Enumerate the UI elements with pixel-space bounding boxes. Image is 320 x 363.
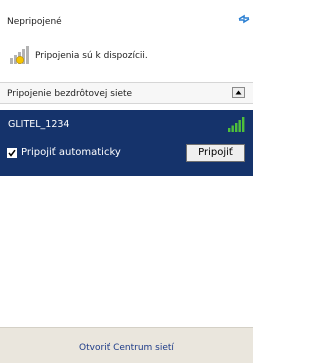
section-title: Pripojenie bezdrôtovej siete	[7, 89, 133, 99]
auto-connect-checkbox[interactable]	[7, 148, 17, 158]
footer-bar: Otvoriť Centrum sietí	[0, 327, 253, 363]
collapse-button[interactable]	[232, 87, 245, 98]
availability-text: Pripojenia sú k dispozícii.	[35, 51, 148, 61]
connection-status: Nepripojené	[7, 17, 62, 27]
checkmark-icon	[8, 149, 16, 157]
collapse-arrow-icon	[235, 90, 242, 95]
network-status-icon	[10, 46, 29, 64]
connect-button[interactable]: Pripojiť	[186, 144, 245, 162]
signal-strength-icon	[228, 117, 245, 132]
network-ssid: GLITEL_1234	[8, 119, 70, 130]
network-item-selected[interactable]: GLITEL_1234 Pripojiť automaticky Pripoji…	[0, 110, 253, 176]
auto-connect-label: Pripojiť automaticky	[21, 147, 121, 158]
open-network-center-link[interactable]: Otvoriť Centrum sietí	[0, 343, 253, 353]
wireless-section-header: Pripojenie bezdrôtovej siete	[0, 82, 253, 104]
refresh-icon[interactable]	[238, 13, 250, 25]
